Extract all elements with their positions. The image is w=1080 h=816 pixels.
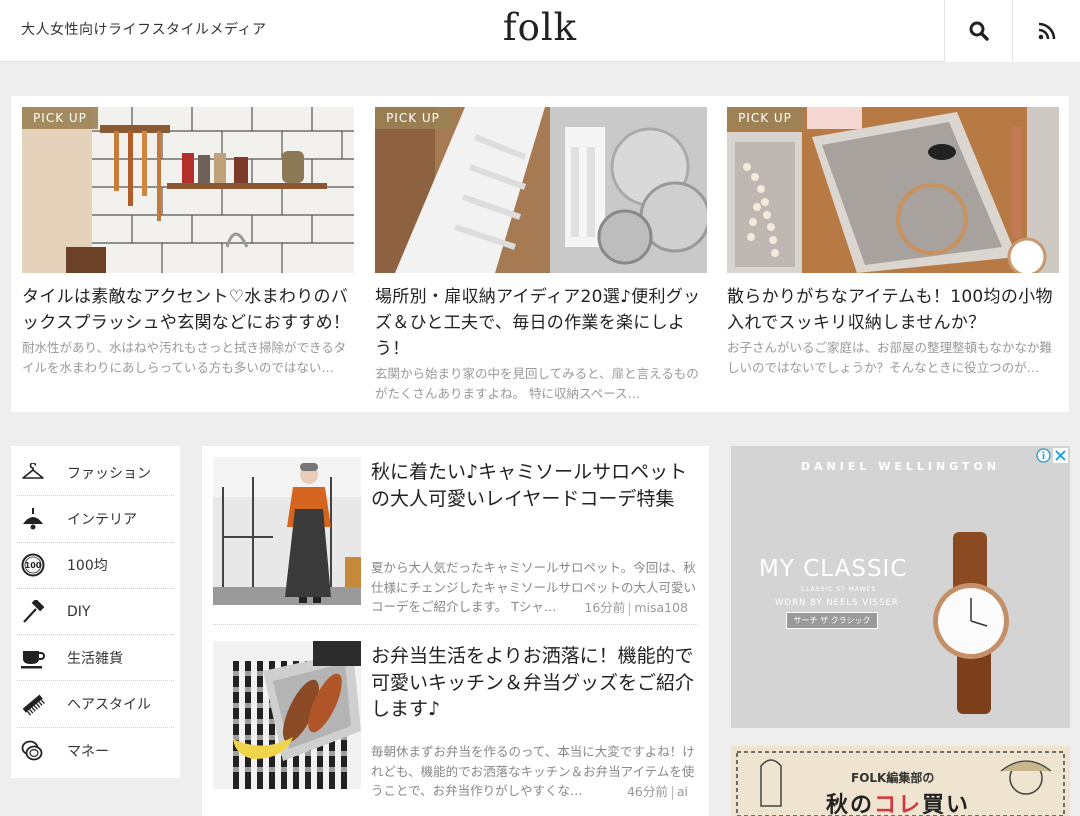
coins-icon	[20, 738, 46, 764]
article-time: 46分前	[626, 784, 668, 799]
search-button[interactable]	[944, 0, 1012, 62]
pickup-card[interactable]: PICK UP タイルは素敵なアクセント♡水まわりのバックスプラッシュや玄関など…	[22, 107, 354, 378]
tile-kitchen-photo	[22, 107, 354, 273]
nav-label: ヘアスタイル	[67, 697, 151, 714]
banner-word: 秋の	[826, 793, 875, 816]
jewelry-tray-photo	[727, 107, 1059, 273]
article-thumbnail[interactable]	[213, 457, 361, 605]
ad-subline: WORN BY NEELS VISSER	[775, 598, 899, 608]
pickup-excerpt: お子さんがいるご家庭は、お部屋の整理整頓もなかなか難しいのではないでしょうか？そ…	[727, 340, 1053, 375]
hanger-icon	[20, 460, 46, 486]
nav-item-diy[interactable]: DIY	[17, 589, 174, 636]
pickup-image[interactable]: PICK UP	[727, 107, 1059, 273]
ad-cta-button[interactable]: サーチ ザ クラシック	[786, 612, 878, 629]
nav-label: DIY	[67, 603, 91, 620]
article-title[interactable]: お弁当生活をよりお洒落に！機能的で可愛いキッチン＆弁当グッズをご紹介します♪	[371, 643, 701, 723]
comb-icon	[20, 691, 46, 717]
pickup-badge: PICK UP	[727, 107, 803, 129]
pickup-excerpt: 玄関から始まり家の中を見回してみると、扉と言えるものがたくさんありますよね。 特…	[375, 366, 699, 401]
advertisement[interactable]: DANIEL WELLINGTON MY CLASSIC CLASSIC ST …	[731, 446, 1070, 728]
article-item[interactable]: 秋に着たい♪キャミソールサロペットの大人可愛いレイヤードコーデ特集 夏から大人気…	[213, 457, 698, 625]
nav-item-100yen[interactable]: 100 100均	[17, 543, 174, 589]
article-meta: 46分前 ai	[622, 781, 688, 800]
svg-text:100: 100	[25, 561, 42, 570]
pickup-section: PICK UP タイルは素敵なアクセント♡水まわりのバックスプラッシュや玄関など…	[11, 96, 1069, 412]
banner-highlight: コレ	[874, 793, 923, 816]
pickup-card[interactable]: PICK UP 場所別・扉収納アイディア20選♪便利グッズ＆ひと工夫で、毎日の作…	[375, 107, 707, 404]
search-icon	[969, 21, 989, 41]
nav-label: 100均	[67, 558, 108, 575]
close-icon[interactable]	[1053, 448, 1068, 463]
watch-ad-image	[731, 446, 1070, 728]
site-header: 大人女性向けライフスタイルメディア folk	[0, 0, 1080, 62]
door-storage-photo	[375, 107, 707, 273]
nav-item-interior[interactable]: インテリア	[17, 496, 174, 543]
ad-headline: MY CLASSIC	[759, 556, 908, 582]
nav-label: 生活雑貨	[67, 650, 123, 667]
pickup-title[interactable]: タイルは素敵なアクセント♡水まわりのバックスプラッシュや玄関などにおすすめ！	[22, 284, 354, 336]
nav-item-zakka[interactable]: 生活雑貨	[17, 635, 174, 682]
salopette-photo	[213, 457, 361, 605]
pickup-card[interactable]: PICK UP 散らかりがちなアイテムも！100均の小物入れでスッキリ収納しませ…	[727, 107, 1059, 378]
article-author[interactable]: ai	[677, 784, 688, 799]
adchoices-icon[interactable]	[1036, 448, 1051, 463]
bento-photo	[213, 641, 361, 789]
article-author[interactable]: misa108	[634, 600, 688, 615]
article-meta: 16分前 misa108	[580, 597, 688, 616]
pickup-badge: PICK UP	[375, 107, 451, 129]
coin-100-icon: 100	[20, 552, 46, 578]
hammer-icon	[20, 599, 46, 625]
cup-icon	[20, 645, 46, 671]
nav-label: マネー	[67, 743, 109, 760]
lamp-icon	[20, 506, 46, 532]
nav-label: インテリア	[67, 511, 137, 528]
nav-item-hair[interactable]: ヘアスタイル	[17, 681, 174, 728]
banner-line2: 秋のコレ買い	[826, 787, 970, 816]
article-title[interactable]: 秋に着たい♪キャミソールサロペットの大人可愛いレイヤードコーデ特集	[371, 459, 701, 512]
advertisement-banner[interactable]: FOLK編集部の 秋のコレ買い	[731, 746, 1070, 816]
rss-button[interactable]	[1012, 0, 1080, 62]
site-tagline: 大人女性向けライフスタイルメディア	[21, 22, 267, 38]
ad-choices[interactable]	[1036, 448, 1068, 463]
nav-item-fashion[interactable]: ファッション	[17, 450, 174, 497]
pickup-title[interactable]: 散らかりがちなアイテムも！100均の小物入れでスッキリ収納しませんか？	[727, 284, 1059, 336]
pickup-badge: PICK UP	[22, 107, 98, 129]
article-item[interactable]: お弁当生活をよりお洒落に！機能的で可愛いキッチン＆弁当グッズをご紹介します♪ 毎…	[213, 641, 698, 809]
article-thumbnail[interactable]	[213, 641, 361, 789]
pickup-title[interactable]: 場所別・扉収納アイディア20選♪便利グッズ＆ひと工夫で、毎日の作業を楽にしよう！	[375, 284, 707, 362]
nav-label: ファッション	[67, 465, 151, 482]
pickup-excerpt: 耐水性があり、水はねや汚れもさっと拭き掃除ができるタイルを水まわりにあしらってい…	[22, 340, 347, 375]
banner-word: 買い	[922, 793, 971, 816]
nav-item-money[interactable]: マネー	[17, 728, 174, 774]
banner-line1: FOLK編集部の	[851, 771, 935, 785]
ad-subline: CLASSIC ST MAWES	[801, 586, 877, 593]
pickup-image[interactable]: PICK UP	[22, 107, 354, 273]
pickup-image[interactable]: PICK UP	[375, 107, 707, 273]
category-nav: ファッション インテリア 100 100均 DIY 生活雑貨 ヘアスタイル マネ…	[11, 446, 180, 778]
article-list: 秋に着たい♪キャミソールサロペットの大人可愛いレイヤードコーデ特集 夏から大人気…	[202, 446, 709, 816]
article-time: 16分前	[584, 600, 626, 615]
ad-brand: DANIEL WELLINGTON	[800, 460, 1001, 473]
rss-icon	[1038, 22, 1055, 40]
